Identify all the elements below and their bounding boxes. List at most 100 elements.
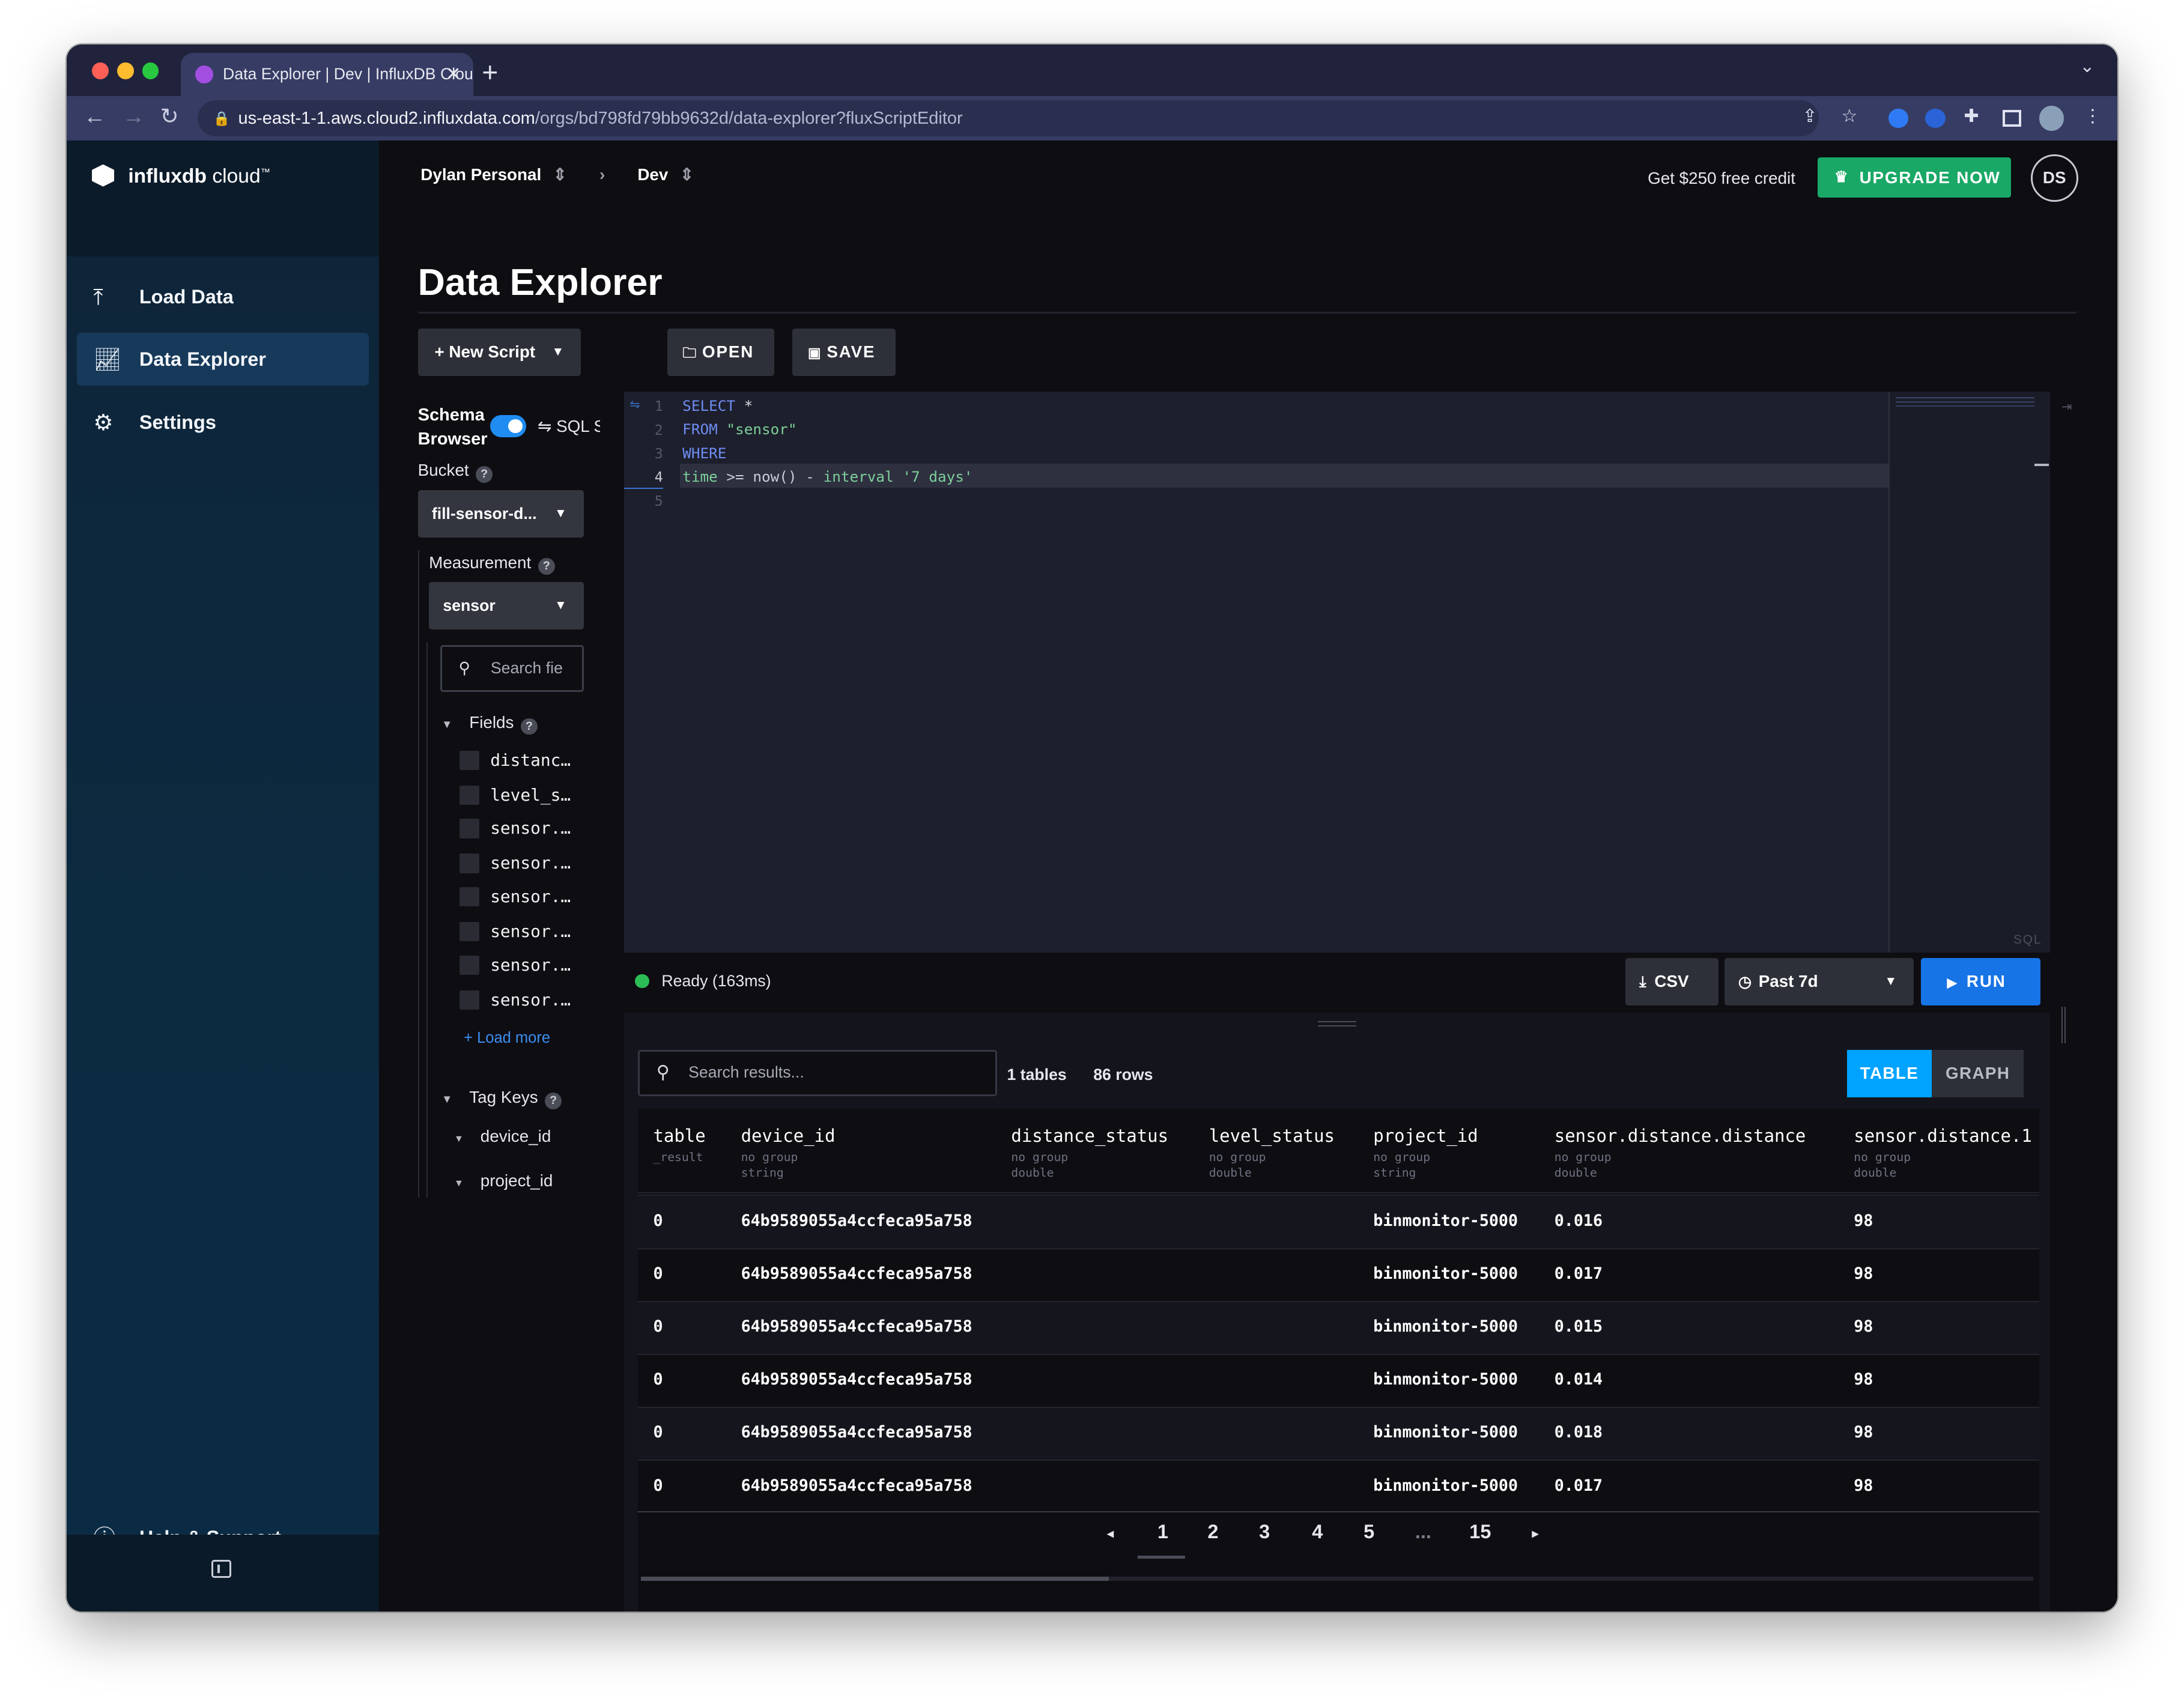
- checkbox[interactable]: [460, 750, 479, 771]
- browser-tab[interactable]: Data Explorer | Dev | InfluxDB Cloud ✕: [181, 53, 474, 96]
- tab-list-chevron-icon[interactable]: ⌄: [2079, 56, 2095, 77]
- checkbox[interactable]: [460, 955, 479, 975]
- password-extension-icon[interactable]: [1888, 108, 1908, 129]
- table-row[interactable]: 0 64b9589055a4ccfeca95a758 binmonitor-5000…: [637, 1406, 2039, 1460]
- column-header[interactable]: device_id no group string: [741, 1126, 836, 1181]
- csv-download-button[interactable]: ⤓ CSV: [1625, 958, 1719, 1006]
- table-row[interactable]: 0 64b9589055a4ccfeca95a758 binmonitor-5000…: [637, 1248, 2039, 1301]
- field-item[interactable]: sensor.…: [460, 849, 571, 877]
- page-button-current[interactable]: 1: [1157, 1521, 1168, 1543]
- horizontal-scrollbar[interactable]: [640, 1576, 2034, 1581]
- sidebar-toggle-icon[interactable]: [2003, 110, 2021, 127]
- page-button[interactable]: 5: [1363, 1521, 1374, 1543]
- load-more-link[interactable]: + Load more: [464, 1029, 550, 1047]
- sidebar-item-data-explorer[interactable]: 📈︎ Data Explorer: [76, 333, 369, 386]
- open-button[interactable]: 🗀 OPEN: [667, 329, 775, 377]
- next-page-icon[interactable]: ▸: [1532, 1526, 1538, 1541]
- share-icon[interactable]: ⇪: [1803, 106, 1818, 127]
- collapse-right-icon[interactable]: ⇥: [2061, 399, 2072, 414]
- tag-keys-header[interactable]: ▼ Tag Keys?: [441, 1088, 562, 1110]
- column-header[interactable]: distance_status no group double: [1011, 1126, 1168, 1181]
- page-button[interactable]: 15: [1469, 1521, 1491, 1543]
- forward-arrow-icon[interactable]: →: [123, 103, 145, 129]
- scrollbar-thumb[interactable]: [640, 1576, 1109, 1581]
- sidebar-item-load-data[interactable]: ⤒ Load Data: [77, 270, 369, 323]
- table-row[interactable]: 0 64b9589055a4ccfeca95a758 binmonitor-5000…: [637, 1195, 2039, 1248]
- search-placeholder: Search results...: [688, 1063, 804, 1082]
- field-item[interactable]: sensor.…: [460, 918, 571, 945]
- minimize-window-button[interactable]: [117, 62, 134, 80]
- schema-browser-toggle[interactable]: [490, 414, 527, 438]
- help-tooltip-icon[interactable]: ?: [538, 557, 555, 575]
- back-arrow-icon[interactable]: ←: [83, 103, 106, 129]
- column-header[interactable]: project_id no group string: [1373, 1126, 1478, 1181]
- tag-key-item[interactable]: ▼ device_id: [454, 1127, 551, 1146]
- table-row[interactable]: 0 64b9589055a4ccfeca95a758 binmonitor-5000…: [637, 1353, 2039, 1407]
- checkbox[interactable]: [460, 854, 479, 873]
- time-range-dropdown[interactable]: ◷ Past 7d ▼: [1724, 958, 1914, 1006]
- help-tooltip-icon[interactable]: ?: [521, 718, 538, 735]
- extension-icon[interactable]: [1925, 108, 1946, 129]
- help-tooltip-icon[interactable]: ?: [476, 465, 493, 483]
- column-header[interactable]: level_status no group double: [1209, 1126, 1335, 1181]
- run-button[interactable]: ▶ RUN: [1920, 958, 2040, 1006]
- influxdb-logo[interactable]: influxdb cloud™: [92, 164, 270, 188]
- minimap-preview: [1895, 396, 2035, 410]
- fields-header[interactable]: ▼ Fields?: [441, 713, 538, 735]
- tag-key-item[interactable]: ▼ project_id: [454, 1171, 553, 1190]
- table-view-tab[interactable]: TABLE: [1846, 1050, 1932, 1098]
- checkbox[interactable]: [460, 990, 479, 1010]
- field-item[interactable]: sensor.…: [460, 986, 571, 1014]
- editor-minimap[interactable]: SQL: [1888, 391, 2051, 953]
- bookmark-star-icon[interactable]: ☆: [1841, 106, 1857, 127]
- column-header[interactable]: table _result: [653, 1126, 705, 1165]
- puzzle-extensions-icon[interactable]: ✚: [1964, 106, 1979, 127]
- table-row[interactable]: 0 64b9589055a4ccfeca95a758 binmonitor-5000…: [637, 1460, 2039, 1513]
- field-item[interactable]: sensor.…: [460, 814, 571, 842]
- page-button[interactable]: 4: [1312, 1521, 1323, 1543]
- caret-down-icon: ▼: [441, 1092, 453, 1105]
- plus-icon: +: [434, 342, 444, 362]
- sidebar-item-settings[interactable]: ⚙ Settings: [77, 396, 369, 449]
- bucket-dropdown[interactable]: fill-sensor-d... ▼: [417, 490, 584, 538]
- tab-close-icon[interactable]: ✕: [446, 53, 461, 96]
- bucket-env-switcher[interactable]: Dev ⇕: [637, 165, 694, 184]
- help-tooltip-icon[interactable]: ?: [545, 1093, 562, 1110]
- field-item[interactable]: level_s…: [460, 781, 571, 809]
- field-item[interactable]: sensor.…: [460, 883, 571, 911]
- upgrade-now-button[interactable]: ♛ UPGRADE NOW: [1818, 157, 2012, 198]
- results-search-input[interactable]: ⚲ Search results...: [637, 1050, 998, 1096]
- column-header[interactable]: sensor.distance.1 no group double: [1854, 1126, 2032, 1181]
- table-row[interactable]: 0 64b9589055a4ccfeca95a758 binmonitor-5000…: [637, 1300, 2039, 1354]
- schema-browser: Schema Browser ⇋ SQL S Bucket? fill-senso…: [417, 392, 600, 1199]
- graph-view-tab[interactable]: GRAPH: [1932, 1050, 2024, 1098]
- checkbox[interactable]: [460, 785, 479, 805]
- field-item[interactable]: distanc…: [460, 747, 571, 774]
- column-header[interactable]: sensor.distance.distance no group double: [1555, 1126, 1806, 1181]
- browser-menu-icon[interactable]: ⋮: [2084, 106, 2102, 127]
- sql-editor[interactable]: ⇋ 1 2 3 4 5 SELECT * FROM "sensor" WHERE…: [623, 391, 1889, 953]
- resize-handle-right[interactable]: [2061, 1007, 2066, 1043]
- page-button[interactable]: 3: [1259, 1521, 1270, 1543]
- results-drag-handle[interactable]: [1317, 1020, 1357, 1026]
- checkbox[interactable]: [460, 887, 479, 907]
- url-field[interactable]: 🔒 us-east-1-1.aws.cloud2.influxdata.com/…: [198, 100, 1819, 137]
- measurement-dropdown[interactable]: sensor ▼: [429, 582, 584, 630]
- checkbox[interactable]: [460, 922, 479, 942]
- reload-icon[interactable]: ↻: [160, 103, 179, 129]
- field-search-input[interactable]: ⚲ Search fie: [440, 644, 584, 693]
- user-avatar[interactable]: DS: [2030, 154, 2078, 202]
- checkbox[interactable]: [460, 819, 479, 838]
- zoom-window-button[interactable]: [142, 62, 159, 80]
- close-window-button[interactable]: [92, 62, 109, 80]
- page-button[interactable]: 2: [1207, 1521, 1218, 1543]
- sql-sync-toggle-label[interactable]: ⇋ SQL S: [538, 416, 600, 436]
- new-tab-button[interactable]: +: [482, 53, 498, 92]
- org-switcher[interactable]: Dylan Personal ⇕: [420, 165, 567, 184]
- profile-avatar-icon[interactable]: [2039, 106, 2064, 131]
- collapse-sidebar-icon[interactable]: [211, 1560, 231, 1578]
- new-script-button[interactable]: + New Script ▼: [417, 329, 581, 377]
- field-item[interactable]: sensor.…: [460, 951, 571, 979]
- prev-page-icon[interactable]: ◂: [1107, 1526, 1113, 1541]
- save-button[interactable]: ▣ SAVE: [792, 329, 896, 377]
